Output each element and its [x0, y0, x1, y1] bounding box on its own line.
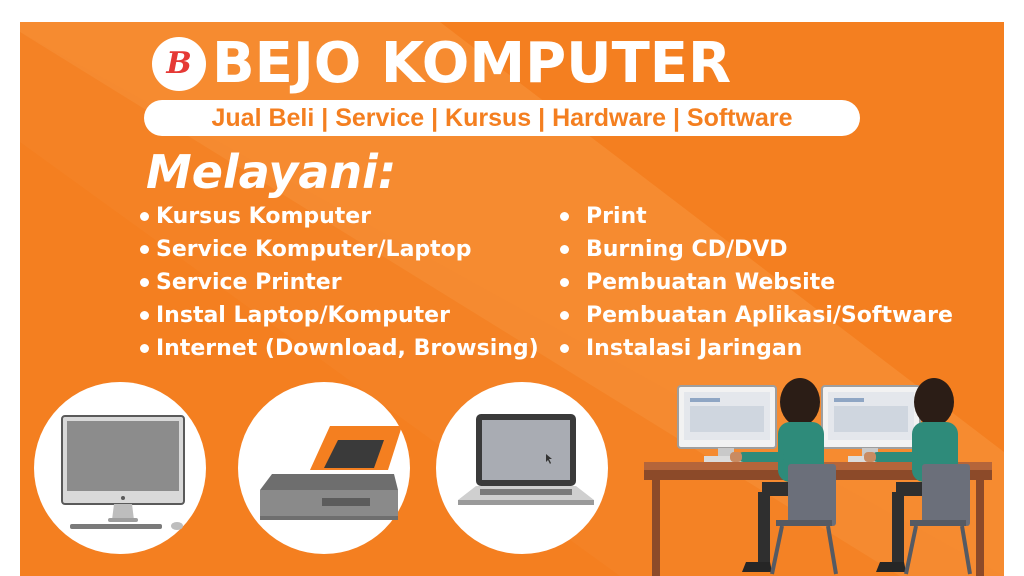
service-item: Print: [560, 200, 953, 233]
bullet-icon: [140, 311, 149, 320]
banner: B BEJO KOMPUTER Jual Beli | Service | Ku…: [20, 22, 1004, 576]
bullet-icon: [560, 245, 569, 254]
printer-icon: [260, 426, 402, 520]
bullet-icon: [560, 311, 569, 320]
service-item: Service Printer: [140, 266, 539, 299]
service-item: Burning CD/DVD: [560, 233, 953, 266]
bullet-icon: [140, 245, 149, 254]
monitor-left: [677, 385, 777, 462]
bullet-icon: [560, 344, 569, 353]
tagline-text: Jual Beli | Service | Kursus | Hardware …: [211, 103, 793, 132]
services-list-left: Kursus Komputer Service Komputer/Laptop …: [140, 200, 539, 365]
bullet-icon: [140, 344, 149, 353]
service-item: Pembuatan Aplikasi/Software: [560, 299, 953, 332]
bullet-icon: [560, 278, 569, 287]
desktop-circle: [34, 382, 206, 554]
bullet-icon: [140, 212, 149, 221]
bullet-icon: [560, 212, 569, 221]
service-item: Service Komputer/Laptop: [140, 233, 539, 266]
bullet-icon: [140, 278, 149, 287]
service-item: Instal Laptop/Komputer: [140, 299, 539, 332]
logo-badge: B: [152, 37, 206, 91]
services-list-right: Print Burning CD/DVD Pembuatan Website P…: [560, 200, 953, 365]
laptop-circle: [436, 382, 608, 554]
tagline-pill: Jual Beli | Service | Kursus | Hardware …: [144, 100, 860, 136]
desktop-computer-icon: [61, 415, 185, 530]
logo-letter: B: [166, 46, 192, 81]
service-item: Kursus Komputer: [140, 200, 539, 233]
laptop-icon: [458, 414, 594, 505]
brand-title: BEJO KOMPUTER: [212, 31, 732, 96]
service-item: Pembuatan Website: [560, 266, 953, 299]
service-item: Internet (Download, Browsing): [140, 332, 539, 365]
printer-circle: [238, 382, 410, 554]
monitor-right: [821, 385, 921, 462]
people-at-computers-illustration: [644, 378, 992, 576]
services-heading: Melayani:: [146, 145, 397, 199]
